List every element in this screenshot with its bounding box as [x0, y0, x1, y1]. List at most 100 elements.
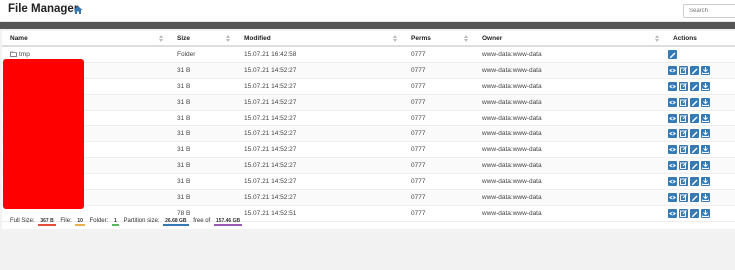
edit-button[interactable]	[679, 208, 688, 218]
download-button[interactable]	[701, 161, 710, 171]
perms-cell[interactable]: 0777	[403, 62, 474, 79]
view-icon	[669, 148, 676, 152]
col-header-size[interactable]: Size	[169, 31, 236, 47]
edit-button[interactable]	[679, 161, 688, 171]
owner-cell: www-data:www-data	[474, 205, 665, 222]
rename-icon	[692, 195, 698, 201]
perms-cell[interactable]: 0777	[403, 94, 474, 111]
size-cell: 31 B	[169, 78, 236, 95]
edit-button[interactable]	[679, 81, 688, 91]
col-header-owner[interactable]: Owner	[474, 31, 665, 47]
view-button[interactable]	[668, 113, 677, 123]
table-row[interactable]: tmp Folder 15.07.21 16:42:58 0777 www-data:w…	[2, 46, 735, 63]
perms-cell[interactable]: 0777	[403, 205, 474, 222]
rename-button[interactable]	[690, 129, 699, 139]
rename-button[interactable]	[668, 49, 677, 59]
edit-icon	[680, 130, 687, 138]
table-row[interactable]: 31 B 15.07.21 14:52:27 0777 www-data:www-da…	[2, 125, 735, 143]
file-count-badge: 10	[75, 218, 85, 226]
full-size-badge: 367 B	[38, 218, 56, 226]
view-button[interactable]	[668, 192, 677, 202]
file-table: Name Size Modified Perms Owner Actions t…	[2, 31, 735, 222]
rename-button[interactable]	[690, 208, 699, 218]
download-button[interactable]	[701, 81, 710, 91]
table-row[interactable]: 31 B 15.07.21 14:52:27 0777 www-data:www-da…	[2, 78, 735, 95]
view-button[interactable]	[668, 65, 677, 75]
perms-cell[interactable]: 0777	[403, 46, 474, 63]
download-button[interactable]	[701, 192, 710, 202]
rename-icon	[670, 52, 676, 58]
app-title[interactable]: File Manager	[8, 3, 78, 15]
table-row[interactable]: 31 B 15.07.21 14:52:27 0777 www-data:www-da…	[2, 173, 735, 191]
rename-icon	[692, 179, 698, 186]
download-button[interactable]	[701, 97, 710, 107]
size-cell: 31 B	[169, 173, 236, 191]
folder-count-badge: 1	[111, 218, 119, 226]
rename-icon	[692, 131, 698, 138]
rename-button[interactable]	[690, 145, 699, 155]
view-button[interactable]	[668, 81, 677, 91]
actions-cell	[665, 78, 735, 95]
sort-icon	[655, 35, 659, 42]
search-input[interactable]	[683, 4, 735, 18]
edit-button[interactable]	[679, 65, 688, 75]
edit-button[interactable]	[679, 97, 688, 107]
perms-cell[interactable]: 0777	[403, 141, 474, 159]
rename-button[interactable]	[690, 81, 699, 91]
table-row[interactable]: 31 B 15.07.21 14:52:27 0777 www-data:www-da…	[2, 157, 735, 175]
edit-icon	[680, 114, 687, 122]
table-row[interactable]: 31 B 15.07.21 14:52:27 0777 www-data:www-da…	[2, 141, 735, 159]
perms-cell[interactable]: 0777	[403, 110, 474, 127]
perms-cell[interactable]: 0777	[403, 189, 474, 206]
home-icon[interactable]	[73, 5, 83, 15]
download-button[interactable]	[701, 177, 710, 187]
perms-cell[interactable]: 0777	[403, 157, 474, 175]
perms-cell[interactable]: 0777	[403, 125, 474, 143]
rename-button[interactable]	[690, 192, 699, 202]
view-button[interactable]	[668, 129, 677, 139]
rename-button[interactable]	[690, 97, 699, 107]
modified-cell: 15.07.21 14:52:27	[236, 157, 403, 175]
table-row[interactable]: 31 B 15.07.21 14:52:27 0777 www-data:www-da…	[2, 189, 735, 206]
table-row[interactable]: 31 B 15.07.21 14:52:27 0777 www-data:www-da…	[2, 94, 735, 111]
download-button[interactable]	[701, 113, 710, 123]
col-header-modified[interactable]: Modified	[236, 31, 403, 47]
view-button[interactable]	[668, 161, 677, 171]
table-row[interactable]: 31 B 15.07.21 14:52:27 0777 www-data:www-da…	[2, 110, 735, 127]
actions-cell	[665, 62, 735, 79]
owner-cell: www-data:www-data	[474, 46, 665, 63]
table-row[interactable]: 31 B 15.07.21 14:52:27 0777 www-data:www-da…	[2, 62, 735, 79]
edit-icon	[680, 146, 687, 154]
edit-button[interactable]	[679, 129, 688, 139]
download-icon	[702, 178, 709, 186]
edit-button[interactable]	[679, 145, 688, 155]
size-cell: 31 B	[169, 141, 236, 159]
col-header-perms[interactable]: Perms	[403, 31, 474, 47]
download-button[interactable]	[701, 208, 710, 218]
perms-cell[interactable]: 0777	[403, 173, 474, 191]
rename-button[interactable]	[690, 113, 699, 123]
perms-cell[interactable]: 0777	[403, 78, 474, 95]
rename-icon	[692, 211, 698, 217]
download-button[interactable]	[701, 129, 710, 139]
col-header-name[interactable]: Name	[2, 31, 169, 47]
edit-button[interactable]	[679, 192, 688, 202]
edit-button[interactable]	[679, 177, 688, 187]
size-cell: 31 B	[169, 125, 236, 143]
download-icon	[702, 114, 709, 122]
edit-button[interactable]	[679, 113, 688, 123]
modified-cell: 15.07.21 14:52:27	[236, 125, 403, 143]
download-button[interactable]	[701, 65, 710, 75]
download-button[interactable]	[701, 145, 710, 155]
edit-icon	[680, 66, 687, 74]
rename-button[interactable]	[690, 161, 699, 171]
rename-button[interactable]	[690, 65, 699, 75]
edit-icon	[680, 162, 687, 170]
modified-cell: 15.07.21 14:52:27	[236, 173, 403, 191]
view-button[interactable]	[668, 208, 677, 218]
rename-button[interactable]	[690, 177, 699, 187]
view-button[interactable]	[668, 145, 677, 155]
view-button[interactable]	[668, 97, 677, 107]
view-button[interactable]	[668, 177, 677, 187]
size-cell: 31 B	[169, 157, 236, 175]
